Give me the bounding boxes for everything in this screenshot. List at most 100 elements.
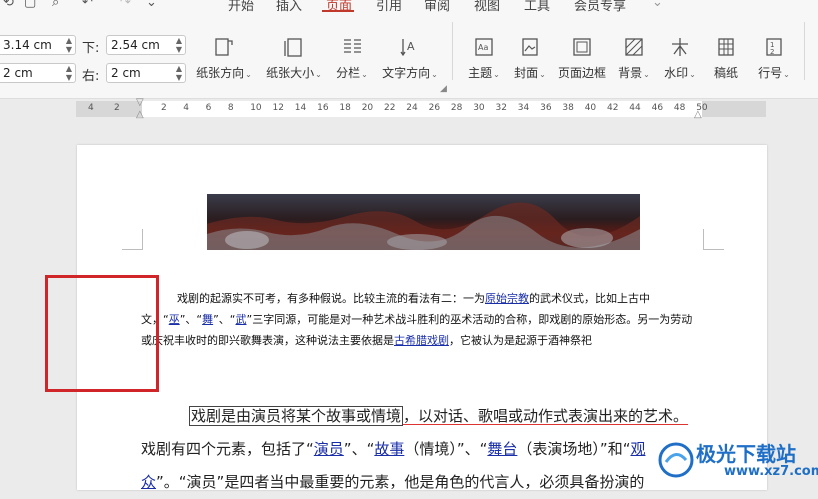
boxed-text: 戏剧是由演员将某个故事或情境 bbox=[189, 406, 404, 426]
watermark-title: 极光下载站 bbox=[696, 442, 796, 466]
link-wu-martial[interactable]: 武 bbox=[236, 313, 247, 326]
left-margin-field[interactable]: 2 cm ▲ ▼ bbox=[0, 63, 76, 83]
orientation-label: 纸张方向 bbox=[196, 66, 245, 80]
theme-icon: Aa bbox=[475, 38, 493, 56]
ruler-number: 48 bbox=[673, 103, 686, 113]
redo-icon[interactable]: ↷ bbox=[120, 0, 131, 10]
tab-member[interactable]: 会员专享 bbox=[574, 0, 626, 12]
print-preview-icon[interactable]: ⌕ bbox=[52, 0, 59, 10]
margin-corner-mark bbox=[122, 229, 143, 250]
spin-arrows-icon[interactable]: ▲ ▼ bbox=[176, 36, 182, 54]
highlight-annotation-box bbox=[45, 275, 159, 392]
link-story[interactable]: 故事 bbox=[374, 440, 404, 458]
link-wu-dance[interactable]: 舞 bbox=[202, 313, 213, 326]
page-border-icon bbox=[573, 38, 591, 56]
line-number-label: 行号 bbox=[758, 66, 783, 80]
tab-insert[interactable]: 插入 bbox=[276, 0, 302, 12]
line-number-icon: 12 bbox=[766, 38, 782, 56]
undo-history-icon[interactable]: ⟲ bbox=[3, 0, 14, 10]
tab-home[interactable]: 开始 bbox=[228, 0, 254, 12]
ruler-number: 10 bbox=[250, 103, 262, 113]
draft-paper-button[interactable]: 稿纸 bbox=[708, 36, 744, 81]
first-line-indent-marker[interactable]: ▽ bbox=[136, 97, 144, 108]
ruler-number: 40 bbox=[584, 103, 597, 113]
theme-label: 主题 bbox=[468, 66, 493, 80]
link-wu-shaman[interactable]: 巫 bbox=[169, 313, 180, 326]
cover-label: 封面 bbox=[514, 66, 539, 80]
paragraph-definition[interactable]: 戏剧是由演员将某个故事或情境 ，以对话、歌唱或动作式表演出来的艺术。戏剧有四个元素… bbox=[141, 400, 703, 499]
watermark-label: 水印 bbox=[664, 66, 689, 80]
page-setup-launcher-icon[interactable]: ◢ bbox=[440, 84, 447, 94]
right-margin-label: 右: bbox=[82, 69, 100, 84]
tab-view[interactable]: 视图 bbox=[474, 0, 500, 12]
spin-arrows-icon[interactable]: ▲ ▼ bbox=[66, 64, 72, 82]
svg-text:A: A bbox=[407, 40, 415, 53]
ruler-number: 46 bbox=[651, 103, 664, 113]
background-icon bbox=[625, 38, 643, 56]
cover-icon bbox=[522, 38, 538, 56]
ruler-number: 34 bbox=[517, 103, 530, 113]
tab-references[interactable]: 引用 bbox=[376, 0, 402, 12]
ruler-number: 44 bbox=[629, 103, 641, 113]
paper-size-label: 纸张大小 bbox=[266, 66, 315, 80]
text-span: ，以对话、歌唱或动作式表演出来的艺术。 bbox=[403, 407, 689, 425]
tab-tools[interactable]: 工具 bbox=[524, 0, 550, 12]
cover-button[interactable]: 封面⌄ bbox=[508, 36, 552, 81]
theme-button[interactable]: Aa 主题⌄ bbox=[462, 36, 506, 81]
right-margin-field[interactable]: 2 cm ▲ ▼ bbox=[106, 63, 186, 83]
dropdown-more-icon[interactable]: ⌄ bbox=[652, 0, 663, 10]
draft-paper-label: 稿纸 bbox=[713, 66, 738, 80]
bottom-margin-field[interactable]: 2.54 cm ▲ ▼ bbox=[106, 35, 186, 55]
ruler-number: 38 bbox=[562, 103, 574, 113]
ruler-number: 22 bbox=[384, 103, 396, 113]
ruler-number: 4 bbox=[88, 103, 94, 113]
ruler-number: 24 bbox=[406, 103, 418, 113]
save-icon[interactable]: ▢ bbox=[24, 0, 36, 10]
quick-access-more-icon[interactable]: ⌄ bbox=[146, 0, 157, 10]
ruler-number: 12 bbox=[272, 103, 284, 113]
top-margin-field[interactable]: 3.14 cm ▲ ▼ bbox=[0, 35, 76, 55]
text-direction-icon: A bbox=[400, 39, 415, 57]
ruler-number: 30 bbox=[473, 103, 485, 113]
link-ancient-greek-drama[interactable]: 古希腊戏剧 bbox=[394, 334, 449, 347]
margin-corner-mark bbox=[703, 229, 724, 250]
horizontal-ruler[interactable]: 4 2 2 4 6 8 10 12 14 16 18 20 22 24 26 28 30 32 34 36 38 40… bbox=[76, 97, 766, 120]
line-number-button[interactable]: 12 行号⌄ bbox=[752, 36, 796, 81]
right-indent-marker[interactable]: △ bbox=[694, 109, 702, 120]
watermark-button[interactable]: 水印⌄ bbox=[660, 36, 700, 81]
paragraph-origin[interactable]: 戏剧的起源实不可考，有多种假说。比较主流的看法有二：一为原始宗教的武术仪式，比如… bbox=[141, 288, 703, 351]
spin-arrows-icon[interactable]: ▲ ▼ bbox=[176, 64, 182, 82]
header-banner-image[interactable] bbox=[207, 194, 640, 250]
link-primitive-religion[interactable]: 原始宗教 bbox=[485, 292, 529, 305]
orientation-button[interactable]: 纸张方向⌄ bbox=[192, 36, 256, 81]
svg-text:Aa: Aa bbox=[478, 43, 488, 52]
site-watermark: 极光下载站 www.xz7.com bbox=[656, 438, 818, 488]
tab-review[interactable]: 审阅 bbox=[424, 0, 450, 12]
background-button[interactable]: 背景⌄ bbox=[614, 36, 654, 81]
watermark-url: www.xz7.com bbox=[724, 464, 818, 479]
link-stage[interactable]: 舞台 bbox=[487, 440, 517, 458]
bottom-margin-label: 下: bbox=[82, 41, 100, 56]
banner-scene bbox=[207, 202, 640, 250]
orientation-icon bbox=[215, 38, 233, 56]
hanging-indent-marker[interactable]: △ bbox=[136, 109, 144, 120]
text-span: ”。“演员”是四者当中最重要的元素，他是角色的代言人，必须具备扮演的 bbox=[156, 473, 645, 491]
watermark-logo-icon bbox=[658, 442, 694, 478]
ruler-number: 18 bbox=[339, 103, 351, 113]
text-span: 戏剧的起源实不可考，有多种假说。比较主流的看法有二：一为 bbox=[177, 292, 485, 305]
page-border-button[interactable]: 页面边框 bbox=[556, 36, 608, 81]
spin-arrows-icon[interactable]: ▲ ▼ bbox=[66, 36, 72, 54]
columns-label: 分栏 bbox=[336, 66, 361, 80]
columns-button[interactable]: 分栏⌄ bbox=[330, 36, 374, 81]
paper-size-button[interactable]: 纸张大小⌄ bbox=[262, 36, 326, 81]
text-direction-button[interactable]: A 文字方向⌄ bbox=[378, 36, 442, 81]
text-span: ”、“ bbox=[343, 440, 375, 458]
ruler-number: 20 bbox=[361, 103, 374, 113]
ruler-number: 32 bbox=[495, 103, 507, 113]
watermark-icon bbox=[672, 38, 688, 56]
link-actor[interactable]: 演员 bbox=[314, 440, 344, 458]
text-span: ”、“ bbox=[179, 313, 203, 326]
ruler-number: 26 bbox=[428, 103, 441, 113]
menu-bar: ⟲ ▢ ⌕ ↶ ↷ ⌄ 开始 插入 页面 引用 审阅 视图 工具 会员专享 ⌄ bbox=[0, 0, 818, 12]
undo-icon[interactable]: ↶ bbox=[82, 0, 93, 10]
